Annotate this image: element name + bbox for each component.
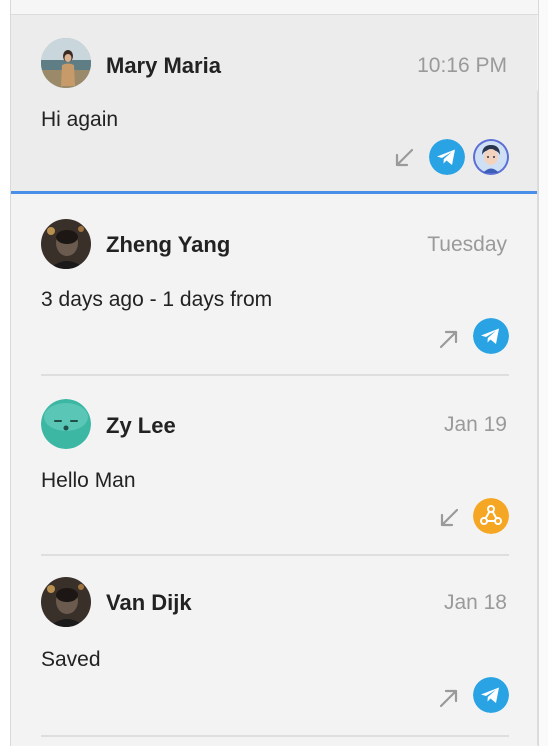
avatar xyxy=(41,38,91,88)
outgoing-arrow-icon xyxy=(439,689,458,708)
conversation-item-van-dijk[interactable]: Van Dijk Jan 18 Saved xyxy=(11,556,537,746)
telegram-icon xyxy=(473,677,509,713)
selection-indicator xyxy=(11,191,537,194)
message-preview: Saved xyxy=(41,648,101,671)
user-avatar-icon xyxy=(475,141,507,173)
scrollbar-track[interactable] xyxy=(538,0,548,746)
conversation-item-zy-lee[interactable]: Zy Lee Jan 19 Hello Man xyxy=(11,376,537,554)
scrollbar-thumb[interactable] xyxy=(537,90,538,746)
timestamp: 10:16 PM xyxy=(417,54,507,77)
avatar xyxy=(41,399,91,449)
timestamp: Jan 18 xyxy=(443,591,507,614)
contact-name: Zy Lee xyxy=(106,413,176,438)
message-preview: Hello Man xyxy=(41,469,136,492)
list-divider xyxy=(41,735,509,737)
contact-name: Zheng Yang xyxy=(106,232,231,257)
contact-name: Van Dijk xyxy=(106,590,192,615)
contact-name: Mary Maria xyxy=(106,53,221,78)
incoming-arrow-icon xyxy=(440,508,459,527)
webhook-icon xyxy=(473,498,509,534)
conversation-item-mary-maria[interactable]: Mary Maria 10:16 PM Hi again xyxy=(11,15,537,193)
message-preview: 3 days ago - 1 days from xyxy=(41,288,273,311)
conversation-list: Mary Maria 10:16 PM Hi again Zheng Yang … xyxy=(10,0,539,746)
avatar xyxy=(41,577,91,627)
telegram-icon xyxy=(429,139,465,175)
timestamp: Tuesday xyxy=(427,233,507,256)
conversation-item-zheng-yang[interactable]: Zheng Yang Tuesday 3 days ago - 1 days f… xyxy=(11,195,537,375)
incoming-arrow-icon xyxy=(395,148,414,167)
telegram-icon xyxy=(473,318,509,354)
timestamp: Jan 19 xyxy=(443,413,507,436)
list-top-edge xyxy=(11,0,538,15)
outgoing-arrow-icon xyxy=(439,330,458,349)
message-preview: Hi again xyxy=(41,108,119,131)
agent-avatar xyxy=(473,139,509,175)
avatar xyxy=(41,219,91,269)
